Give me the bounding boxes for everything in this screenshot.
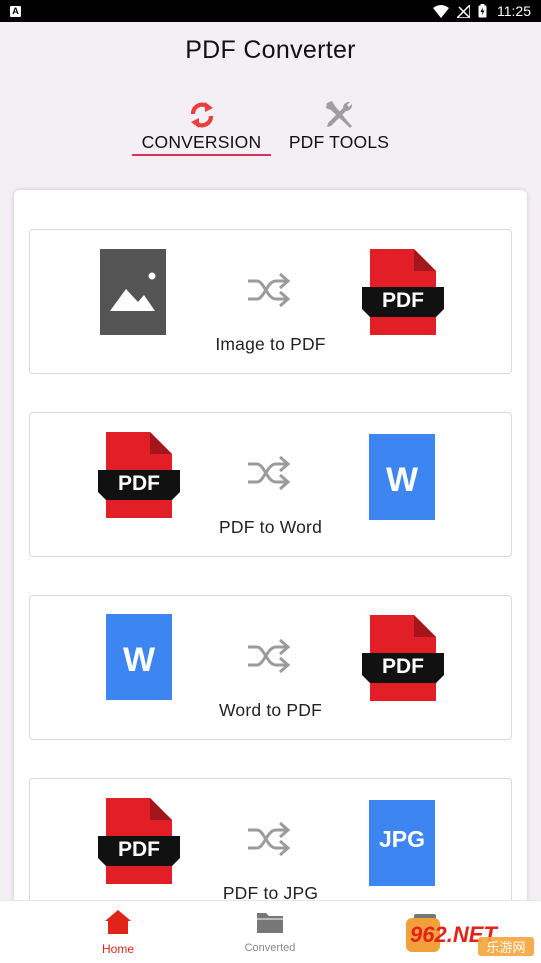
refresh-icon: [190, 102, 213, 128]
app-screen: A 11:25 PDF Converter CONVERSION PDF TOO…: [0, 0, 541, 963]
status-bar: A 11:25: [0, 0, 541, 22]
conversion-label: PDF to Word: [218, 517, 322, 537]
shuffle-icon: [248, 455, 291, 491]
signal-off-icon: [457, 4, 470, 18]
nav-converted-label: Converted: [244, 942, 296, 954]
page-title: PDF Converter: [185, 36, 356, 64]
nav-home-label: Home: [101, 942, 134, 956]
tools-icon: [326, 101, 353, 128]
jpg-badge-text: JPG: [379, 826, 425, 852]
word-file-icon: W: [106, 614, 172, 700]
word-file-icon: W: [369, 434, 435, 520]
tab-conversion[interactable]: CONVERSION: [132, 98, 271, 158]
tab-pdf-tools[interactable]: PDF TOOLS: [284, 98, 394, 158]
conversion-item-word-to-pdf[interactable]: W PDF Word to PDF: [29, 595, 512, 740]
home-icon: [105, 910, 131, 934]
conversion-item-image-to-pdf[interactable]: PDF Image to PDF: [29, 229, 512, 374]
shuffle-icon: [248, 272, 291, 308]
wifi-icon: [433, 4, 449, 18]
site-watermark: 962.NET 乐游网: [406, 918, 534, 956]
tab-conversion-label: CONVERSION: [141, 132, 262, 152]
folder-icon: [257, 913, 283, 933]
pdf-badge-text: PDF: [118, 838, 160, 861]
conversion-list-card: PDF Image to PDF PDF W PDF to Word W PDF…: [14, 190, 527, 910]
status-time: 11:25: [497, 3, 531, 19]
pdf-badge-text: PDF: [118, 472, 160, 495]
word-badge-text: W: [386, 461, 419, 499]
pdf-badge-text: PDF: [382, 655, 424, 678]
shuffle-icon: [248, 821, 291, 857]
conversion-item-pdf-to-word[interactable]: PDF W PDF to Word: [29, 412, 512, 557]
conversion-label: Word to PDF: [218, 700, 322, 720]
watermark-subtext: 乐游网: [486, 941, 525, 956]
image-file-icon: [100, 249, 166, 335]
nav-home[interactable]: Home: [63, 901, 173, 963]
tab-bar: CONVERSION PDF TOOLS: [0, 98, 541, 158]
conversion-item-pdf-to-jpg[interactable]: PDF JPG PDF to JPG: [29, 778, 512, 910]
battery-charging-icon: [478, 4, 487, 18]
notification-badge: A: [10, 5, 21, 17]
conversion-label: Image to PDF: [215, 334, 326, 354]
pdf-badge-text: PDF: [382, 289, 424, 312]
pdf-file-icon: PDF: [98, 432, 180, 518]
shuffle-icon: [248, 638, 291, 674]
word-badge-text: W: [123, 641, 156, 679]
nav-converted[interactable]: Converted: [215, 901, 325, 963]
active-tab-indicator: [132, 154, 271, 156]
pdf-file-icon: PDF: [362, 249, 444, 335]
jpg-file-icon: JPG: [369, 800, 435, 886]
pdf-file-icon: PDF: [362, 615, 444, 701]
pdf-file-icon: PDF: [98, 798, 180, 884]
tab-pdf-tools-label: PDF TOOLS: [288, 132, 390, 152]
